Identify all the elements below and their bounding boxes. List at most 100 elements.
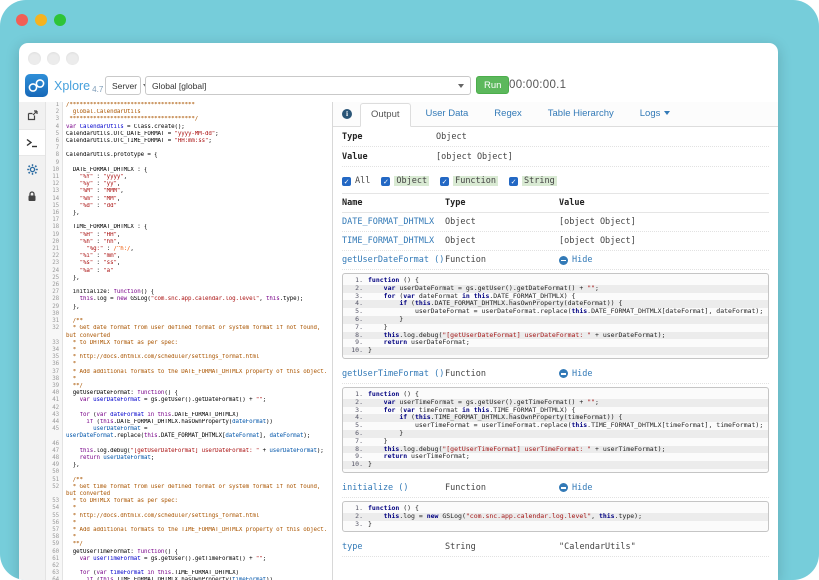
- editor-line[interactable]: 38 *: [46, 376, 332, 383]
- editor-line[interactable]: 4var CalendarUtils = Class.create();: [46, 124, 332, 131]
- editor-line[interactable]: 3 *************************************/: [46, 116, 332, 123]
- editor-line[interactable]: 60 getUserTimeFormat: function() {: [46, 549, 332, 556]
- editor-line[interactable]: 63 for (var timeFormat in this.TIME_FORM…: [46, 570, 332, 577]
- editor-line[interactable]: 22 "%i" : "mm",: [46, 253, 332, 260]
- minimize-window-icon[interactable]: [35, 14, 47, 26]
- side-menu-open-new-window[interactable]: [19, 102, 45, 129]
- editor-line[interactable]: 8CalendarUtils.prototype = {: [46, 152, 332, 159]
- editor-line[interactable]: 33 * to DHTMLX format as per spec:: [46, 340, 332, 347]
- run-button[interactable]: Run: [476, 76, 509, 94]
- editor-line[interactable]: 50: [46, 469, 332, 476]
- editor-line[interactable]: 36 *: [46, 361, 332, 368]
- tab-table-hierarchy[interactable]: Table Hierarchy: [537, 102, 625, 126]
- property-link[interactable]: initialize (): [342, 483, 409, 493]
- property-link[interactable]: TIME_FORMAT_DHTMLX: [342, 236, 434, 246]
- editor-line[interactable]: 23 "%s" : "ss",: [46, 260, 332, 267]
- maximize-window-icon[interactable]: [54, 14, 66, 26]
- close-window-icon[interactable]: [16, 14, 28, 26]
- editor-line[interactable]: 21 "%g:" : /^h:/,: [46, 246, 332, 253]
- hide-link[interactable]: Hide: [559, 483, 769, 493]
- editor-line[interactable]: 18 TIME_FORMAT_DHTMLX : {: [46, 224, 332, 231]
- editor-line[interactable]: 7: [46, 145, 332, 152]
- editor-line[interactable]: 27 initialize: function() {: [46, 289, 332, 296]
- editor-line[interactable]: 35 * http://docs.dhtmlx.com/scheduler/se…: [46, 354, 332, 361]
- hide-link[interactable]: Hide: [559, 369, 769, 379]
- scope-select[interactable]: Global [global]: [145, 76, 471, 95]
- property-link[interactable]: type: [342, 542, 362, 552]
- property-link[interactable]: DATE_FORMAT_DHTMLX: [342, 217, 434, 227]
- property-link[interactable]: getUserTimeFormat (): [342, 369, 444, 379]
- editor-line[interactable]: 28 this.log = new GSLog("com.snc.app.cal…: [46, 296, 332, 303]
- source-line: 1.function () {: [343, 505, 768, 513]
- editor-line[interactable]: 10 DATE_FORMAT_DHTMLX : {: [46, 167, 332, 174]
- editor-line[interactable]: 15 "%d" : "dd": [46, 203, 332, 210]
- side-menu-terminal[interactable]: [19, 129, 45, 156]
- editor-line[interactable]: 40 getUserDateFormat: function() {: [46, 390, 332, 397]
- editor-line[interactable]: 39 **/: [46, 383, 332, 390]
- editor-line[interactable]: 62: [46, 563, 332, 570]
- hide-link[interactable]: Hide: [559, 255, 769, 265]
- editor-line[interactable]: 47 this.log.debug("[getUserDateFormat] u…: [46, 448, 332, 455]
- editor-line[interactable]: 51 /**: [46, 477, 332, 484]
- editor-line[interactable]: 12 "%y" : "yy",: [46, 181, 332, 188]
- server-select[interactable]: Server: [105, 76, 141, 95]
- editor-line[interactable]: 44 if (this.DATE_FORMAT_DHTMLX.hasOwnPro…: [46, 419, 332, 426]
- editor-line[interactable]: 26: [46, 282, 332, 289]
- editor-line[interactable]: 43 for (var dateFormat in this.DATE_FORM…: [46, 412, 332, 419]
- editor-line[interactable]: 5CalendarUtils.UTC_DATE_FORMAT = "yyyy-M…: [46, 131, 332, 138]
- editor-line[interactable]: 13 "%M" : "MMM",: [46, 188, 332, 195]
- checkbox-all[interactable]: ✓: [342, 177, 351, 186]
- checkbox-string[interactable]: ✓: [509, 177, 518, 186]
- editor-line[interactable]: 11 "%Y" : "yyyy",: [46, 174, 332, 181]
- side-menu-gear[interactable]: [19, 156, 45, 183]
- source-line: 2. this.log = new GSLog("com.snc.app.cal…: [343, 513, 768, 521]
- editor-line[interactable]: 24 "%a" : "a": [46, 268, 332, 275]
- editor-line[interactable]: 41 var userDateFormat = gs.getUser().get…: [46, 397, 332, 404]
- editor-line[interactable]: 45 userDateFormat = userDateFormat.repla…: [46, 426, 332, 440]
- tab-regex[interactable]: Regex: [483, 102, 532, 126]
- line-number: 54: [46, 505, 63, 512]
- editor-line[interactable]: 49 },: [46, 462, 332, 469]
- editor-line[interactable]: 37 * Add additional formats to the DATE_…: [46, 369, 332, 376]
- info-icon[interactable]: i: [342, 109, 352, 119]
- editor-line[interactable]: 6CalendarUtils.UTC_TIME_FORMAT = "HH:mm:…: [46, 138, 332, 145]
- editor-line[interactable]: 61 var userTimeFormat = gs.getUser().get…: [46, 556, 332, 563]
- checkbox-function[interactable]: ✓: [440, 177, 449, 186]
- editor-line[interactable]: 55 * http://docs.dhtmlx.com/scheduler/se…: [46, 513, 332, 520]
- editor-line[interactable]: 48 return userDateFormat;: [46, 455, 332, 462]
- editor-line[interactable]: 46: [46, 441, 332, 448]
- line-number: 29: [46, 304, 63, 311]
- checkbox-object[interactable]: ✓: [381, 177, 390, 186]
- editor-line[interactable]: 20 "%h" : "hh",: [46, 239, 332, 246]
- editor-line[interactable]: 32 * Get date format from user defined f…: [46, 325, 332, 339]
- editor-line[interactable]: 52 * Get time format from user defined f…: [46, 484, 332, 498]
- editor-line[interactable]: 56 *: [46, 520, 332, 527]
- editor-line[interactable]: 29 },: [46, 304, 332, 311]
- tab-logs[interactable]: Logs: [629, 102, 682, 126]
- editor-line[interactable]: 17: [46, 217, 332, 224]
- editor-line[interactable]: 42: [46, 405, 332, 412]
- tab-user-data[interactable]: User Data: [415, 102, 480, 126]
- side-menu-lock[interactable]: [19, 183, 45, 210]
- editor-line[interactable]: 19 "%H" : "HH",: [46, 232, 332, 239]
- editor-line[interactable]: 59 **/: [46, 541, 332, 548]
- code-editor[interactable]: 1/*************************************2…: [46, 102, 333, 580]
- open-new-window-icon: [27, 110, 38, 121]
- editor-line[interactable]: 58 *: [46, 534, 332, 541]
- execution-timer: 00:00:00.1: [509, 79, 566, 91]
- editor-line[interactable]: 34 *: [46, 347, 332, 354]
- editor-line[interactable]: 57 * Add additional formats to the TIME_…: [46, 527, 332, 534]
- editor-line[interactable]: 9: [46, 160, 332, 167]
- editor-line[interactable]: 1/*************************************: [46, 102, 332, 109]
- editor-line[interactable]: 30: [46, 311, 332, 318]
- editor-line[interactable]: 31 /**: [46, 318, 332, 325]
- editor-line[interactable]: 14 "%m" : "MM",: [46, 196, 332, 203]
- editor-line[interactable]: 2 global.CalendarUtils: [46, 109, 332, 116]
- editor-line[interactable]: 54 *: [46, 505, 332, 512]
- result-value-value: [object Object]: [436, 152, 513, 162]
- editor-line[interactable]: 16 },: [46, 210, 332, 217]
- property-link[interactable]: getUserDateFormat (): [342, 255, 444, 265]
- tab-output[interactable]: Output: [360, 103, 411, 127]
- editor-line[interactable]: 53 * to DHTMLX format as per spec:: [46, 498, 332, 505]
- editor-line[interactable]: 25 },: [46, 275, 332, 282]
